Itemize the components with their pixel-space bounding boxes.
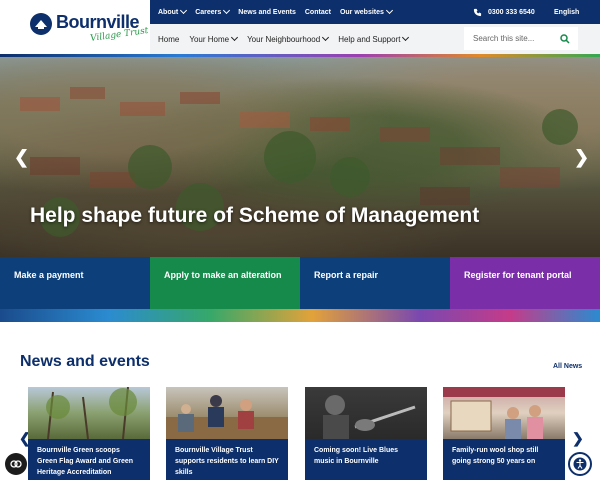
- news-next-button[interactable]: ❯: [572, 430, 584, 447]
- news-card-title: Coming soon! Live Blues music in Bournvi…: [305, 439, 427, 480]
- phone-number: 0300 333 6540: [488, 8, 535, 16]
- site-header: Bournville Village Trust About Careers N…: [0, 0, 600, 57]
- hero-prev-button[interactable]: ❮: [14, 147, 29, 168]
- nav-your-home[interactable]: Your Home: [189, 33, 239, 44]
- topnav-careers-label: Careers: [195, 8, 222, 16]
- topnav-news-events[interactable]: News and Events: [238, 9, 296, 16]
- news-card[interactable]: Coming soon! Live Blues music in Bournvi…: [305, 387, 427, 480]
- news-card-image: [166, 387, 288, 439]
- make-payment-tile[interactable]: Make a payment: [0, 257, 150, 309]
- chevron-down-icon: [231, 33, 239, 42]
- report-repair-label: Report a repair: [314, 270, 379, 280]
- news-card[interactable]: Bournville Green scoops Green Flag Award…: [28, 387, 150, 480]
- language-label: English: [554, 8, 580, 16]
- logo[interactable]: Bournville Village Trust: [0, 0, 150, 54]
- news-card[interactable]: Family-run wool shop still going strong …: [443, 387, 565, 480]
- topnav-contact[interactable]: Contact: [305, 9, 331, 16]
- register-tenant-portal-tile[interactable]: Register for tenant portal: [450, 257, 600, 309]
- chevron-down-icon: [180, 6, 188, 15]
- nav-help-support-label: Help and Support: [338, 34, 401, 44]
- language-selector[interactable]: English: [554, 0, 579, 24]
- page: Bournville Village Trust About Careers N…: [0, 0, 600, 480]
- search-icon[interactable]: [560, 33, 570, 44]
- news-card-title: Bournville Village Trust supports reside…: [166, 439, 288, 480]
- news-card-image: [28, 387, 150, 440]
- cookie-chat-icon: [10, 460, 22, 468]
- accessibility-icon: [573, 457, 587, 471]
- nav-your-neighbourhood-label: Your Neighbourhood: [247, 34, 321, 44]
- phone-icon: [473, 8, 482, 16]
- register-tenant-portal-label: Register for tenant portal: [464, 270, 572, 280]
- chevron-down-icon: [402, 33, 410, 42]
- logo-emblem-icon: [30, 13, 52, 35]
- main-nav: Home Your Home Your Neighbourhood Help a…: [158, 24, 418, 54]
- news-card-image: [305, 387, 427, 439]
- topnav-our-websites-label: Our websites: [339, 8, 384, 16]
- topnav-news-events-label: News and Events: [238, 8, 296, 16]
- topnav-careers[interactable]: Careers: [195, 6, 231, 16]
- topnav-our-websites[interactable]: Our websites: [339, 6, 393, 16]
- search-placeholder: Search this site...: [473, 34, 535, 43]
- apply-alteration-tile[interactable]: Apply to make an alteration: [150, 257, 300, 309]
- nav-home-label: Home: [158, 34, 180, 44]
- hero-title[interactable]: Help shape future of Scheme of Managemen…: [30, 204, 479, 228]
- accessibility-button[interactable]: [568, 452, 592, 476]
- chevron-down-icon: [385, 6, 393, 15]
- utility-bar: About Careers News and Events Contact Ou…: [150, 0, 600, 24]
- phone-link[interactable]: 0300 333 6540: [473, 0, 535, 24]
- apply-alteration-label: Apply to make an alteration: [164, 270, 282, 280]
- utility-nav: About Careers News and Events Contact Ou…: [158, 0, 401, 24]
- nav-help-support[interactable]: Help and Support: [338, 33, 410, 44]
- nav-home[interactable]: Home: [158, 35, 179, 44]
- news-card-title: Bournville Green scoops Green Flag Award…: [28, 439, 150, 480]
- news-card-image: [443, 387, 565, 439]
- news-card-title: Family-run wool shop still going strong …: [443, 439, 565, 480]
- chevron-down-icon: [223, 6, 231, 15]
- report-repair-tile[interactable]: Report a repair: [300, 257, 450, 309]
- topnav-contact-label: Contact: [304, 8, 331, 16]
- hero-next-button[interactable]: ❯: [574, 147, 589, 168]
- make-payment-label: Make a payment: [14, 270, 84, 280]
- search-input[interactable]: Search this site...: [464, 27, 578, 50]
- nav-your-home-label: Your Home: [189, 34, 230, 44]
- topnav-about[interactable]: About: [158, 6, 188, 16]
- main-nav-bar: Home Your Home Your Neighbourhood Help a…: [150, 24, 600, 54]
- chevron-down-icon: [322, 33, 330, 42]
- topnav-about-label: About: [158, 8, 179, 16]
- news-heading: News and events: [20, 353, 150, 370]
- cookie-chat-button[interactable]: [5, 453, 27, 475]
- news-card[interactable]: Bournville Village Trust supports reside…: [166, 387, 288, 480]
- quick-links: Make a payment Apply to make an alterati…: [0, 257, 600, 309]
- hero-carousel: ❮ ❯ Help shape future of Scheme of Manag…: [0, 57, 600, 257]
- all-news-link[interactable]: All News: [553, 363, 582, 370]
- nav-your-neighbourhood[interactable]: Your Neighbourhood: [247, 33, 330, 44]
- decorative-stripe: [0, 309, 600, 322]
